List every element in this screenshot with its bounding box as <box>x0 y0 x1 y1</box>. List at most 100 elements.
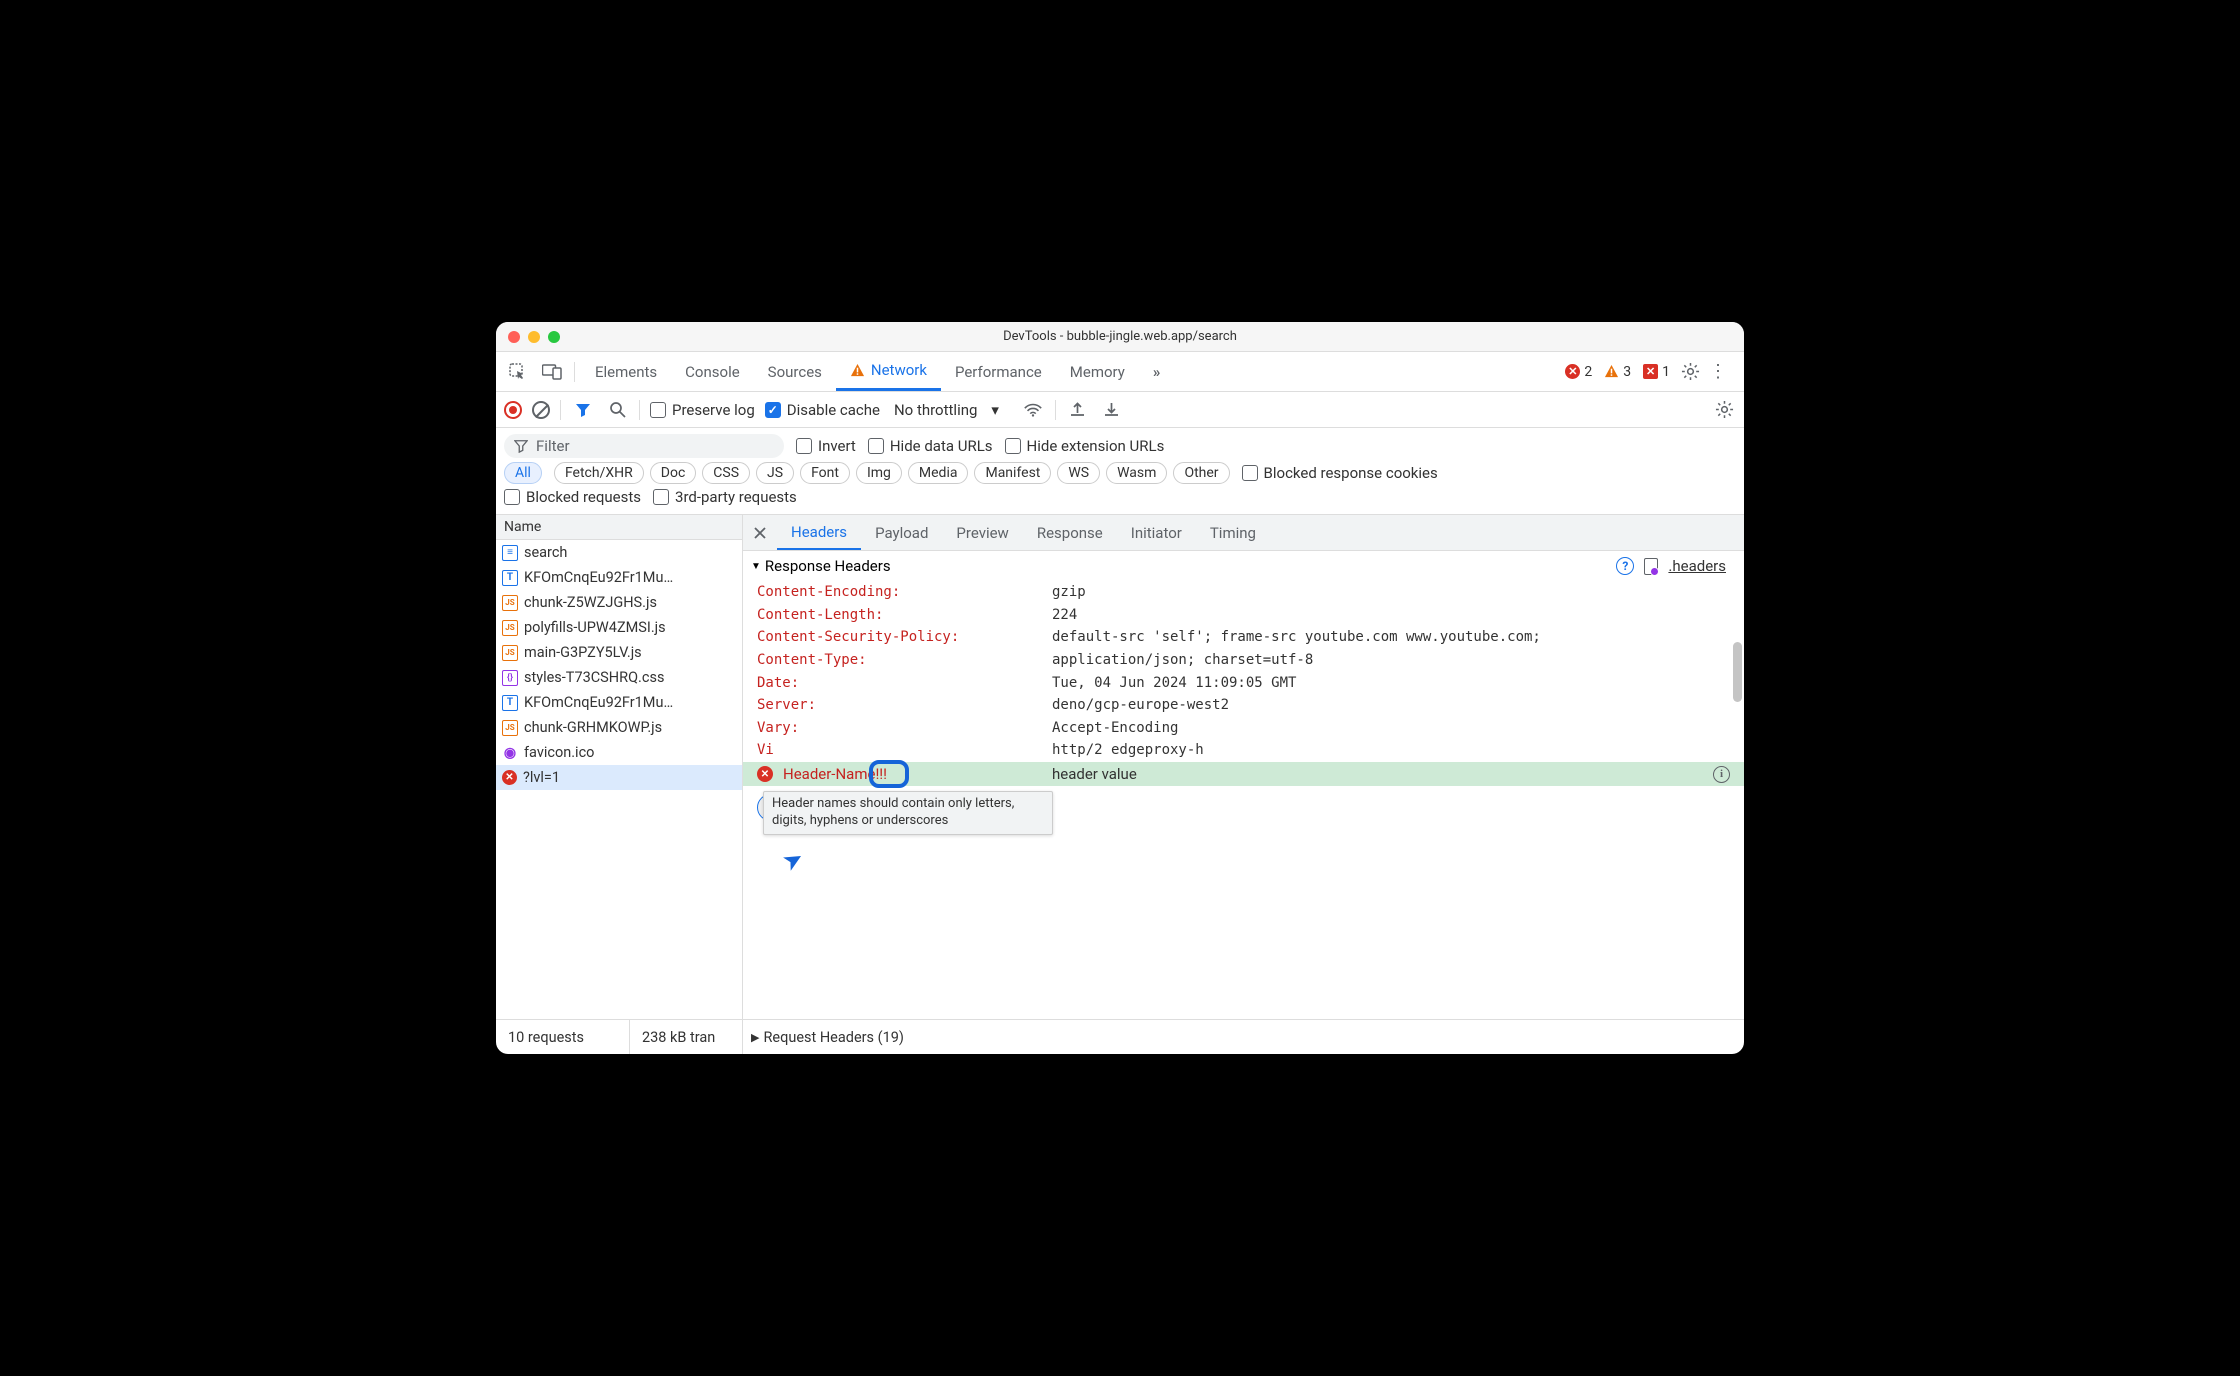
request-row[interactable]: polyfills-UPW4ZMSI.js <box>496 615 742 640</box>
request-name: ?lvl=1 <box>523 769 560 786</box>
request-row[interactable]: chunk-Z5WZJGHS.js <box>496 590 742 615</box>
panel-settings-icon[interactable] <box>1712 398 1736 422</box>
request-row[interactable]: chunk-GRHMKOWP.js <box>496 715 742 740</box>
dtab-preview[interactable]: Preview <box>942 515 1022 550</box>
scrollbar[interactable] <box>1733 642 1742 702</box>
edited-header-row[interactable]: ✕ Header-Name!!! header value i <box>743 762 1744 787</box>
filter-input[interactable]: Filter <box>504 434 784 458</box>
request-row[interactable]: main-G3PZY5LV.js <box>496 640 742 665</box>
pill-js[interactable]: JS <box>756 462 794 484</box>
upload-icon[interactable] <box>1066 398 1090 422</box>
errors-badge[interactable]: ✕2 <box>1561 364 1596 380</box>
devtools-window: DevTools - bubble-jingle.web.app/search … <box>496 322 1744 1054</box>
funnel-icon <box>514 439 528 453</box>
pill-all[interactable]: All <box>504 462 542 484</box>
disclosure-right-icon: ▶ <box>751 1031 759 1044</box>
dtab-initiator[interactable]: Initiator <box>1117 515 1196 550</box>
header-row[interactable]: Vihttp/2 edgeproxy-h <box>757 739 1744 762</box>
edited-header-name[interactable]: Header-Name!!! <box>783 765 1052 783</box>
header-name: Content-Encoding: <box>757 584 1052 600</box>
dtab-headers[interactable]: Headers <box>777 515 861 550</box>
pill-wasm[interactable]: Wasm <box>1106 462 1167 484</box>
network-conditions-icon[interactable] <box>1021 398 1045 422</box>
detail-body: ▼ Response Headers ? .headers Content-En… <box>743 551 1744 1019</box>
info-icon[interactable]: i <box>1713 766 1730 783</box>
request-row[interactable]: search <box>496 540 742 565</box>
help-icon[interactable]: ? <box>1616 557 1634 575</box>
dtab-timing[interactable]: Timing <box>1196 515 1270 550</box>
blocked-cookies-checkbox[interactable]: Blocked response cookies <box>1242 464 1438 482</box>
request-row[interactable]: favicon.ico <box>496 740 742 765</box>
error-icon: ✕ <box>1565 364 1580 379</box>
status-requests: 10 requests <box>496 1020 630 1054</box>
dtab-payload[interactable]: Payload <box>861 515 942 550</box>
request-row[interactable]: KFOmCnqEu92Fr1Mu… <box>496 690 742 715</box>
pill-fetchxhr[interactable]: Fetch/XHR <box>554 462 644 484</box>
request-name: main-G3PZY5LV.js <box>524 644 642 661</box>
pill-doc[interactable]: Doc <box>650 462 697 484</box>
header-row[interactable]: Content-Security-Policy:default-src 'sel… <box>757 626 1744 649</box>
request-list: searchKFOmCnqEu92Fr1Mu…chunk-Z5WZJGHS.js… <box>496 540 742 1019</box>
pill-other[interactable]: Other <box>1173 462 1229 484</box>
more-tabs[interactable]: » <box>1139 352 1176 391</box>
throttling-select[interactable]: No throttling ▾ <box>890 401 1011 419</box>
inspect-icon[interactable] <box>506 360 530 384</box>
remove-header-button[interactable]: ✕ <box>757 766 773 782</box>
kebab-icon[interactable]: ⋮ <box>1706 360 1730 384</box>
response-headers-section[interactable]: ▼ Response Headers ? .headers <box>743 551 1744 581</box>
tab-console[interactable]: Console <box>671 352 754 391</box>
search-icon[interactable] <box>605 398 629 422</box>
edited-header-value[interactable]: header value <box>1052 765 1713 783</box>
tab-performance[interactable]: Performance <box>941 352 1056 391</box>
header-name: Server: <box>757 697 1052 713</box>
device-icon[interactable] <box>540 360 564 384</box>
header-row[interactable]: Server:deno/gcp-europe-west2 <box>757 694 1744 717</box>
header-name: Content-Length: <box>757 607 1052 623</box>
header-row[interactable]: Content-Type:application/json; charset=u… <box>757 649 1744 672</box>
tab-network[interactable]: Network <box>836 352 941 391</box>
pill-ws[interactable]: WS <box>1057 462 1100 484</box>
third-party-checkbox[interactable]: 3rd-party requests <box>653 488 797 506</box>
record-button[interactable] <box>504 401 522 419</box>
header-row[interactable]: Vary:Accept-Encoding <box>757 717 1744 740</box>
issues-badge[interactable]: ✕1 <box>1639 364 1674 380</box>
header-row[interactable]: Content-Length:224 <box>757 604 1744 627</box>
request-row[interactable]: styles-T73CSHRQ.css <box>496 665 742 690</box>
preserve-log-checkbox[interactable]: Preserve log <box>650 401 755 419</box>
minimize-window[interactable] <box>528 331 540 343</box>
blocked-requests-checkbox[interactable]: Blocked requests <box>504 488 641 506</box>
tab-sources[interactable]: Sources <box>754 352 836 391</box>
request-row[interactable]: KFOmCnqEu92Fr1Mu… <box>496 565 742 590</box>
hide-extension-urls-checkbox[interactable]: Hide extension URLs <box>1005 437 1165 455</box>
pill-img[interactable]: Img <box>856 462 902 484</box>
header-row[interactable]: Date:Tue, 04 Jun 2024 11:09:05 GMT <box>757 671 1744 694</box>
request-column-header[interactable]: Name <box>496 515 742 540</box>
clear-button[interactable] <box>532 401 550 419</box>
detail-panel: Headers Payload Preview Response Initiat… <box>743 515 1744 1019</box>
tab-memory[interactable]: Memory <box>1056 352 1139 391</box>
gear-icon[interactable] <box>1678 360 1702 384</box>
pill-media[interactable]: Media <box>908 462 969 484</box>
warnings-badge[interactable]: 3 <box>1600 364 1635 380</box>
headers-file-link[interactable]: .headers <box>1668 557 1726 575</box>
filter-toggle-icon[interactable] <box>571 398 595 422</box>
request-row[interactable]: ?lvl=1 <box>496 765 742 790</box>
invert-checkbox[interactable]: Invert <box>796 437 856 455</box>
close-window[interactable] <box>508 331 520 343</box>
download-icon[interactable] <box>1100 398 1124 422</box>
pill-font[interactable]: Font <box>800 462 850 484</box>
dtab-response[interactable]: Response <box>1023 515 1117 550</box>
zoom-window[interactable] <box>548 331 560 343</box>
hide-data-urls-checkbox[interactable]: Hide data URLs <box>868 437 993 455</box>
content: Name searchKFOmCnqEu92Fr1Mu…chunk-Z5WZJG… <box>496 515 1744 1020</box>
response-headers-list: Content-Encoding:gzipContent-Length:224C… <box>743 581 1744 762</box>
tab-elements[interactable]: Elements <box>581 352 671 391</box>
pill-manifest[interactable]: Manifest <box>974 462 1051 484</box>
close-detail-button[interactable] <box>743 515 777 550</box>
header-value: gzip <box>1052 584 1744 600</box>
pill-css[interactable]: CSS <box>702 462 750 484</box>
request-headers-section[interactable]: ▶ Request Headers (19) <box>743 1029 904 1046</box>
disable-cache-checkbox[interactable]: Disable cache <box>765 401 880 419</box>
overrides-file-icon[interactable] <box>1644 558 1658 575</box>
header-row[interactable]: Content-Encoding:gzip <box>757 581 1744 604</box>
